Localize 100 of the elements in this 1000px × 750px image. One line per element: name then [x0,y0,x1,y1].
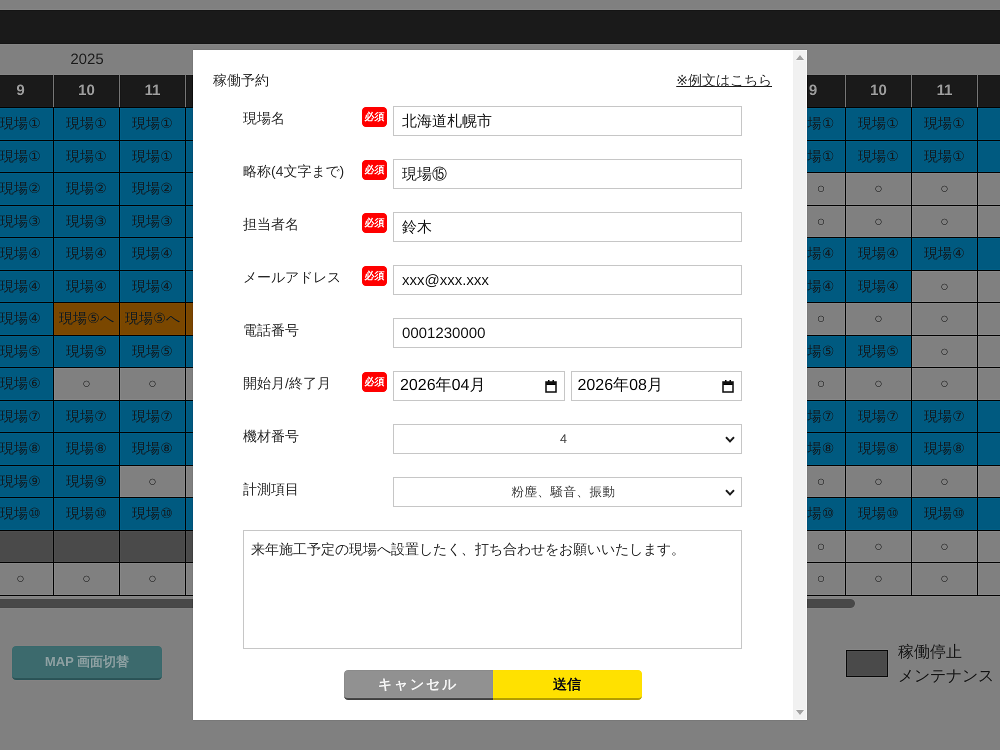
legend-label: 稼働停止 [898,642,963,663]
schedule-cell: ○ [846,173,912,206]
schedule-cell: 現場⑦ [912,400,978,433]
schedule-cell: 現場④ [0,303,54,336]
schedule-cell: 現場⑤ [0,336,54,368]
column-header: 10 [54,75,120,107]
schedule-cell: 現場① [120,108,186,140]
up-arrow-icon[interactable] [796,55,804,60]
calendar-icon[interactable] [722,380,734,392]
schedule-cell: ○ [912,368,978,400]
schedule-cell: ○ [912,466,978,498]
schedule-cell: 場⑩ [807,498,846,530]
text-field[interactable]: 鈴木 [393,212,742,242]
schedule-cell: ○ [912,303,978,336]
column-header: 11 [912,75,978,107]
month-field[interactable]: 2026年04月 [393,371,564,401]
dropdown-field[interactable]: 4 [393,424,742,454]
schedule-cell: 現場① [912,108,978,140]
schedule-cell: ○ [807,563,846,596]
down-arrow-icon[interactable] [796,710,804,715]
text-field[interactable]: 北海道札幌市 [393,106,742,136]
schedule-cell: 現場④ [846,270,912,303]
submit-button[interactable]: 送信 [492,670,642,700]
dropdown-field[interactable]: 粉塵、騒音、振動 [393,477,742,507]
schedule-cell: 現場⑦ [54,400,120,433]
schedule-cell: ○ [0,563,54,596]
schedule-cell: 場⑤ [807,336,846,368]
schedule-cell: 場⑧ [807,433,846,466]
schedule-cell: ○ [846,466,912,498]
scrollbar-thumb[interactable] [0,599,193,608]
scrollbar-thumb[interactable] [807,599,855,608]
schedule-cell: ○ [807,173,846,206]
schedule-cell: 現場⑩ [912,498,978,530]
schedule-cell: 現場⑦ [0,400,54,433]
schedule-cell: 現場⑤ [54,336,120,368]
schedule-cell: 現場③ [0,206,54,238]
schedule-cell: 現場③ [54,206,120,238]
scrollbar-track[interactable] [793,50,807,720]
schedule-cell: 現場④ [120,270,186,303]
field-label: メールアドレス [243,268,342,287]
schedule-cell: ○ [912,336,978,368]
schedule-cell: 現場④ [54,238,120,270]
schedule-cell: 現場① [846,140,912,173]
schedule-cell: 現場⑦ [120,400,186,433]
schedule-cell: ○ [807,206,846,238]
schedule-cell: ○ [846,530,912,563]
schedule-cell: ○ [54,368,120,400]
field-label: 電話番号 [243,321,300,340]
field-label: 略称(4文字まで) [243,162,346,181]
field-label: 現場名 [243,109,286,128]
schedule-cell: ○ [120,368,186,400]
schedule-cell: 現場⑤へ [54,303,120,336]
schedule-cell: ○ [912,173,978,206]
schedule-cell: 現場① [54,140,120,173]
example-link[interactable]: ※例文はこちら [676,70,772,90]
schedule-cell: ○ [54,563,120,596]
column-header: 9 [807,75,846,107]
schedule-cell: ○ [912,530,978,563]
schedule-cell: ○ [912,563,978,596]
column-header: 11 [120,75,186,107]
column-header: 9 [0,75,54,107]
month-field[interactable]: 2026年08月 [570,371,742,401]
schedule-cell: 現場④ [846,238,912,270]
schedule-cell: 場⑦ [807,400,846,433]
legend-label: メンテナンス [898,667,994,687]
schedule-cell: 現場② [0,173,54,206]
schedule-cell: 現場⑩ [120,498,186,530]
text-field[interactable]: 0001230000 [393,318,742,348]
schedule-cell: ○ [846,563,912,596]
schedule-cell: 現場⑨ [0,466,54,498]
required-badge: 必須 [362,372,387,392]
schedule-cell: 現場⑤ [120,336,186,368]
required-badge: 必須 [362,160,387,180]
calendar-icon[interactable] [544,380,556,392]
schedule-cell: ○ [807,466,846,498]
schedule-cell: 現場④ [0,238,54,270]
dialog-title: 稼働予約 [213,71,269,90]
schedule-cell: 現場④ [0,270,54,303]
schedule-cell: ○ [807,530,846,563]
schedule-cell: ○ [120,563,186,596]
schedule-cell: 現場③ [120,206,186,238]
message-field[interactable]: 来年施工予定の現場へ設置したく、打ち合わせをお願いいたします。 [243,530,742,649]
schedule-cell: 現場⑦ [846,400,912,433]
schedule-cell: 現場② [54,173,120,206]
column-header: 10 [846,75,912,107]
schedule-cell: 場④ [807,238,846,270]
schedule-cell: ○ [846,303,912,336]
schedule-cell: 現場④ [120,238,186,270]
schedule-cell: 現場⑥ [0,368,54,400]
schedule-cell: ○ [120,466,186,498]
schedule-cell: 現場① [120,140,186,173]
schedule-cell: ○ [807,303,846,336]
schedule-cell: 現場④ [54,270,120,303]
text-field[interactable]: 現場⑮ [393,159,742,189]
text-field[interactable]: xxx@xxx.xxx [393,265,742,295]
schedule-cell: 現場① [0,108,54,140]
schedule-cell: 現場⑧ [54,433,120,466]
schedule-cell: 現場⑨ [54,466,120,498]
schedule-cell: 現場① [54,108,120,140]
schedule-cell: ○ [846,206,912,238]
